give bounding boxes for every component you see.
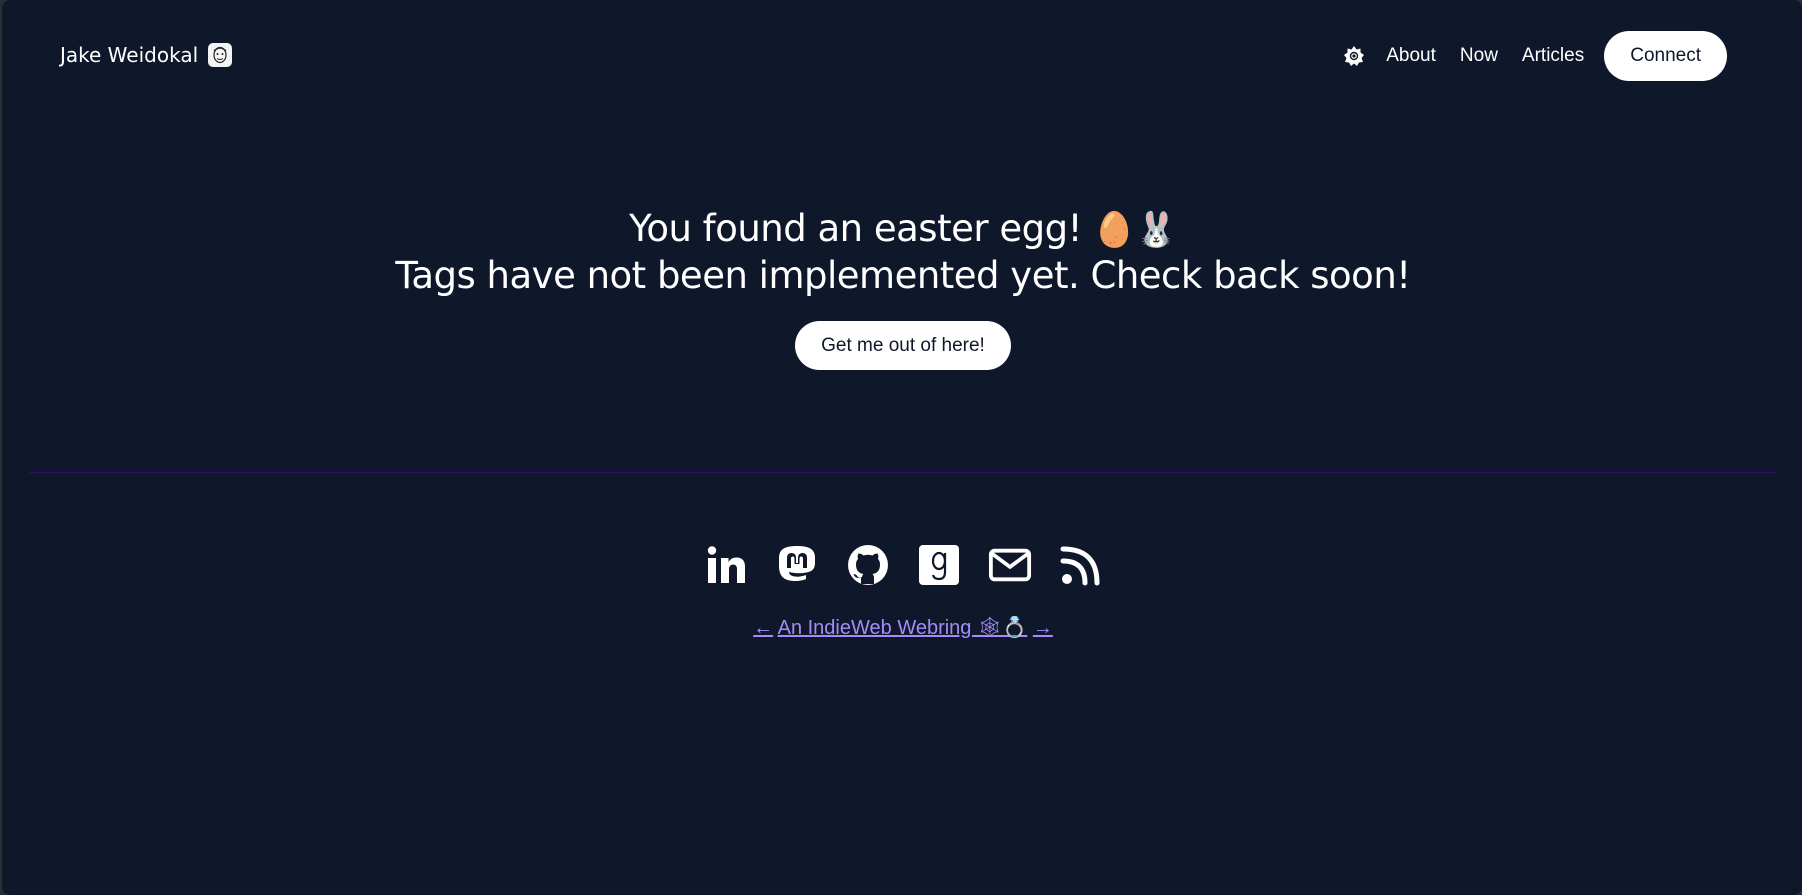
- github-link[interactable]: [846, 543, 890, 587]
- nav-about[interactable]: About: [1386, 45, 1436, 67]
- webring-home-link[interactable]: An IndieWeb Webring 🕸💍: [778, 617, 1028, 639]
- hero-line-2: Tags have not been implemented yet. Chec…: [395, 254, 1411, 297]
- hero: You found an easter egg! 🥚🐰 Tags have no…: [2, 206, 1802, 370]
- goodreads-icon: [918, 545, 959, 585]
- theme-toggle-button[interactable]: [1342, 44, 1366, 68]
- nav-articles[interactable]: Articles: [1522, 45, 1584, 67]
- brand-home-link[interactable]: Jake Weidokal: [60, 40, 233, 70]
- webring-prev-link[interactable]: ←: [753, 617, 773, 639]
- linkedin-link[interactable]: [704, 543, 748, 587]
- footer-divider: [29, 472, 1777, 473]
- hero-heading: You found an easter egg! 🥚🐰 Tags have no…: [2, 206, 1802, 299]
- rss-link[interactable]: [1059, 543, 1103, 587]
- goodreads-link[interactable]: [917, 543, 961, 587]
- envelope-icon: [988, 548, 1031, 582]
- rss-icon: [1060, 546, 1099, 586]
- social-links: [2, 543, 1802, 587]
- webring: ← An IndieWeb Webring 🕸💍 →: [2, 615, 1802, 640]
- webring-next-link[interactable]: →: [1033, 617, 1053, 639]
- brand-name: Jake Weidokal: [60, 43, 199, 67]
- sun-icon: [1344, 46, 1365, 66]
- hero-line-1: You found an easter egg!: [629, 207, 1082, 250]
- github-icon: [847, 545, 888, 585]
- page: Jake Weidokal About Now Articles Connect: [2, 0, 1802, 895]
- email-link[interactable]: [988, 543, 1032, 587]
- main-nav: About Now Articles Connect: [1342, 31, 1727, 81]
- mastodon-link[interactable]: [775, 543, 819, 587]
- mastodon-icon: [778, 546, 815, 581]
- portrait-sketch-icon: [208, 43, 233, 67]
- nav-now[interactable]: Now: [1460, 45, 1498, 67]
- connect-button[interactable]: Connect: [1604, 31, 1727, 81]
- linkedin-icon: [707, 546, 745, 583]
- egg-bunny-emoji: 🥚🐰: [1093, 210, 1177, 250]
- get-me-out-button[interactable]: Get me out of here!: [795, 321, 1011, 370]
